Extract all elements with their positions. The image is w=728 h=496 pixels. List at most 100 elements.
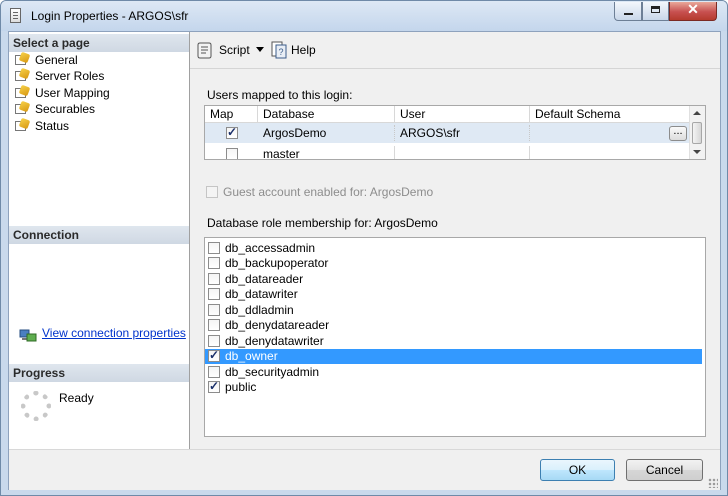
- script-icon[interactable]: [197, 41, 213, 59]
- column-header-database[interactable]: Database: [258, 106, 395, 122]
- role-checkbox[interactable]: [208, 273, 220, 285]
- maximize-button[interactable]: [642, 2, 669, 21]
- close-button[interactable]: ✕: [669, 1, 717, 21]
- role-name: db_datawriter: [225, 287, 298, 301]
- map-checkbox[interactable]: [226, 125, 238, 139]
- progress-status-text: Ready: [59, 391, 94, 405]
- default-schema-cell[interactable]: [530, 146, 691, 159]
- connection-properties-icon: [19, 329, 37, 342]
- list-item[interactable]: db_securityadmin: [205, 365, 702, 380]
- connection-header: Connection: [9, 226, 189, 244]
- cancel-button[interactable]: Cancel: [626, 459, 703, 481]
- list-item[interactable]: db_backupoperator: [205, 256, 702, 271]
- toolbar-divider: [190, 68, 720, 69]
- script-button[interactable]: Script: [219, 41, 250, 59]
- role-checkbox[interactable]: [208, 304, 220, 316]
- grid-vertical-scrollbar[interactable]: [689, 106, 705, 159]
- list-item[interactable]: db_ddladmin: [205, 303, 702, 318]
- page-item-label: Securables: [35, 102, 96, 116]
- role-membership-list[interactable]: db_accessadmin db_backupoperator db_data…: [204, 237, 706, 437]
- role-name: db_accessadmin: [225, 241, 316, 255]
- select-page-header: Select a page: [9, 34, 189, 52]
- role-name: db_denydatawriter: [225, 334, 324, 348]
- list-item[interactable]: db_accessadmin: [205, 241, 702, 256]
- minimize-button[interactable]: [614, 2, 642, 21]
- toolbar: Script ? Help: [190, 32, 720, 68]
- close-icon: ✕: [687, 1, 699, 17]
- database-cell: master: [258, 146, 395, 159]
- list-item[interactable]: db_denydatareader: [205, 318, 702, 333]
- browse-schema-button[interactable]: ...: [669, 126, 687, 141]
- role-checkbox[interactable]: [208, 242, 220, 254]
- progress-spinner-icon: [21, 391, 51, 421]
- page-wizard-icon: [15, 117, 31, 132]
- page-item-status[interactable]: Status: [13, 117, 70, 134]
- page-item-user-mapping[interactable]: User Mapping: [13, 84, 110, 101]
- user-mapping-page: Script ? Help Users mapped to this login…: [190, 32, 720, 449]
- page-wizard-icon: [15, 100, 31, 115]
- help-button[interactable]: Help: [291, 41, 316, 59]
- page-item-label: Status: [35, 119, 70, 133]
- scroll-down-arrow-icon[interactable]: [693, 150, 701, 154]
- role-checkbox[interactable]: [208, 257, 220, 269]
- page-item-label: Server Roles: [35, 69, 105, 83]
- page-item-securables[interactable]: Securables: [13, 100, 96, 117]
- scroll-up-arrow-icon[interactable]: [693, 111, 701, 115]
- role-name: db_backupoperator: [225, 256, 329, 270]
- table-row[interactable]: master: [205, 144, 691, 159]
- window-title: Login Properties - ARGOS\sfr: [31, 9, 189, 23]
- list-item[interactable]: db_datareader: [205, 272, 702, 287]
- scrollbar-thumb[interactable]: [692, 122, 702, 144]
- map-checkbox[interactable]: [226, 148, 238, 159]
- database-cell: ArgosDemo: [258, 125, 395, 141]
- role-checkbox[interactable]: [208, 379, 220, 394]
- role-membership-label: Database role membership for: ArgosDemo: [207, 216, 438, 230]
- column-header-map[interactable]: Map: [205, 106, 258, 122]
- role-name: db_owner: [225, 349, 278, 363]
- role-checkbox[interactable]: [208, 288, 220, 300]
- role-name: db_ddladmin: [225, 303, 294, 317]
- page-item-label: General: [35, 53, 78, 67]
- help-icon[interactable]: ?: [270, 41, 287, 59]
- page-wizard-icon: [15, 84, 31, 99]
- page-item-server-roles[interactable]: Server Roles: [13, 67, 105, 84]
- page-selector-pane: Select a page General Server Roles User …: [9, 32, 190, 449]
- role-checkbox[interactable]: [208, 319, 220, 331]
- column-header-default-schema[interactable]: Default Schema: [530, 106, 691, 122]
- dialog-footer: OK Cancel: [9, 449, 720, 490]
- progress-header: Progress: [9, 364, 189, 382]
- users-mapped-label: Users mapped to this login:: [207, 88, 353, 102]
- users-mapped-grid[interactable]: Map Database User Default Schema ArgosDe…: [204, 105, 706, 160]
- page-item-general[interactable]: General: [13, 51, 78, 68]
- guest-account-label: Guest account enabled for: ArgosDemo: [223, 185, 434, 199]
- svg-text:?: ?: [278, 47, 283, 57]
- table-row[interactable]: ArgosDemo ARGOS\sfr ...: [205, 123, 691, 143]
- page-wizard-icon: [15, 67, 31, 82]
- title-bar[interactable]: Login Properties - ARGOS\sfr ✕: [1, 1, 727, 31]
- role-name: db_securityadmin: [225, 365, 320, 379]
- role-checkbox[interactable]: [208, 335, 220, 347]
- dialog-client-area: Select a page General Server Roles User …: [8, 31, 721, 490]
- grid-header: Map Database User Default Schema: [205, 106, 691, 123]
- user-cell[interactable]: [395, 146, 530, 159]
- role-checkbox[interactable]: [208, 348, 220, 363]
- resize-grip-icon[interactable]: [708, 478, 718, 488]
- page-wizard-icon: [15, 51, 31, 66]
- list-item[interactable]: db_denydatawriter: [205, 334, 702, 349]
- page-item-label: User Mapping: [35, 86, 110, 100]
- role-name: db_denydatareader: [225, 318, 330, 332]
- app-document-icon: [10, 8, 21, 23]
- list-item[interactable]: db_datawriter: [205, 287, 702, 302]
- login-properties-window: Login Properties - ARGOS\sfr ✕ Select a …: [0, 0, 728, 496]
- view-connection-properties-link[interactable]: View connection properties: [42, 326, 186, 340]
- column-header-user[interactable]: User: [395, 106, 530, 122]
- guest-account-checkbox[interactable]: [206, 186, 218, 198]
- ok-button[interactable]: OK: [540, 459, 615, 481]
- default-schema-cell[interactable]: [530, 125, 691, 141]
- role-name: db_datareader: [225, 272, 304, 286]
- script-dropdown-arrow-icon[interactable]: [256, 47, 264, 52]
- list-item[interactable]: db_owner: [205, 348, 702, 364]
- role-checkbox[interactable]: [208, 366, 220, 378]
- list-item[interactable]: public: [205, 379, 702, 395]
- user-cell[interactable]: ARGOS\sfr: [395, 125, 530, 141]
